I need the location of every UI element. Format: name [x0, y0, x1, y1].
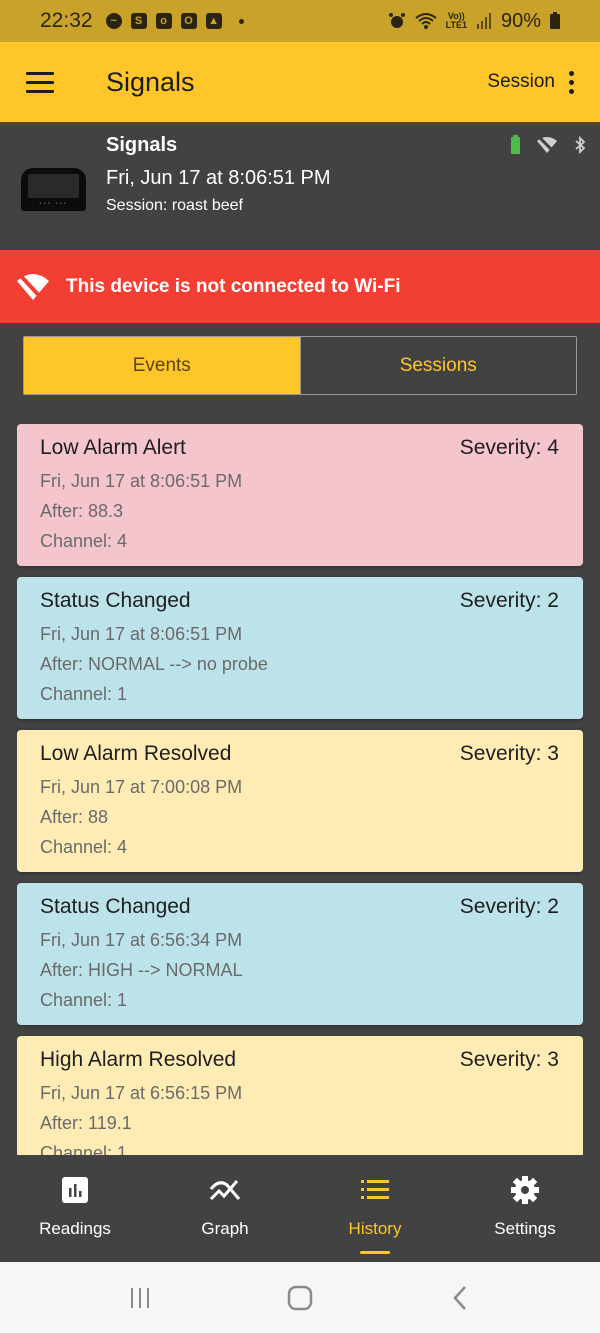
wifi-warning-banner: This device is not connected to Wi-Fi — [0, 250, 600, 323]
events-list[interactable]: Low Alarm Alert Severity: 4 Fri, Jun 17 … — [17, 424, 583, 1155]
battery-percent: 90% — [500, 9, 541, 32]
recents-icon — [131, 1287, 149, 1308]
nav-history[interactable]: History — [300, 1155, 450, 1262]
event-severity: Severity: 3 — [459, 742, 559, 765]
back-button[interactable] — [430, 1278, 490, 1318]
tab-sessions[interactable]: Sessions — [299, 337, 576, 394]
nav-graph[interactable]: Graph — [150, 1155, 300, 1262]
device-panel[interactable]: ▪▪▪ ▪▪▪ Signals Fri, Jun 17 at 8:06:51 P… — [0, 124, 600, 250]
event-severity: Severity: 2 — [459, 589, 559, 612]
event-severity: Severity: 4 — [459, 436, 559, 459]
gallery-icon: ▲ — [205, 13, 222, 29]
device-session: Session: roast beef — [106, 197, 243, 214]
event-time: Fri, Jun 17 at 8:06:51 PM — [40, 624, 243, 644]
menu-icon[interactable] — [26, 71, 54, 93]
dot-icon — [238, 18, 244, 24]
event-channel: Channel: 4 — [40, 531, 128, 551]
history-tabs: Events Sessions — [23, 336, 577, 395]
home-button[interactable] — [270, 1278, 330, 1318]
tab-events[interactable]: Events — [24, 337, 300, 394]
nav-readings-label: Readings — [39, 1219, 111, 1238]
status-bar: 22:32 ~ S o O ▲ Vo)) LTE1 90% — [0, 0, 600, 42]
volte-icon: Vo)) LTE1 — [446, 12, 467, 30]
device-timestamp: Fri, Jun 17 at 8:06:51 PM — [106, 167, 331, 189]
nav-history-label: History — [348, 1219, 402, 1238]
messenger-icon: ~ — [105, 13, 122, 29]
wifi-off-icon — [17, 273, 49, 302]
event-card[interactable]: Status Changed Severity: 2 Fri, Jun 17 a… — [17, 883, 583, 1025]
session-button[interactable]: Session — [487, 71, 555, 93]
s-app-icon: S — [130, 13, 147, 29]
event-card[interactable]: High Alarm Resolved Severity: 3 Fri, Jun… — [17, 1036, 583, 1155]
event-after: After: 119.1 — [40, 1113, 132, 1133]
outlook-icon: O — [180, 13, 197, 29]
device-status-icons — [511, 134, 586, 154]
event-card[interactable]: Status Changed Severity: 2 Fri, Jun 17 a… — [17, 577, 583, 719]
gear-icon — [511, 1176, 539, 1204]
clock: 22:32 — [40, 9, 93, 32]
event-severity: Severity: 2 — [459, 895, 559, 918]
active-indicator — [360, 1251, 390, 1254]
list-icon — [361, 1180, 389, 1199]
nav-graph-label: Graph — [201, 1219, 249, 1238]
event-card[interactable]: Low Alarm Resolved Severity: 3 Fri, Jun … — [17, 730, 583, 872]
alarm-icon — [388, 13, 405, 28]
battery-icon — [550, 11, 560, 29]
event-after: After: 88 — [40, 807, 109, 827]
event-channel: Channel: 1 — [40, 1143, 128, 1155]
recents-button[interactable] — [110, 1278, 170, 1318]
wifi-warning-text: This device is not connected to Wi-Fi — [66, 275, 401, 297]
nav-settings-label: Settings — [494, 1219, 556, 1238]
event-after: After: NORMAL --> no probe — [40, 654, 268, 674]
wifi-icon — [415, 13, 437, 29]
bar-chart-icon — [62, 1177, 88, 1203]
event-time: Fri, Jun 17 at 7:00:08 PM — [40, 777, 243, 797]
nav-settings[interactable]: Settings — [450, 1155, 600, 1262]
signal-icon — [476, 13, 491, 29]
event-time: Fri, Jun 17 at 8:06:51 PM — [40, 471, 243, 491]
back-icon — [453, 1285, 466, 1310]
bluetooth-icon — [575, 136, 586, 154]
app-bar: Signals Session — [0, 42, 600, 124]
event-time: Fri, Jun 17 at 6:56:34 PM — [40, 930, 243, 950]
nav-readings[interactable]: Readings — [0, 1155, 150, 1262]
event-severity: Severity: 3 — [459, 1048, 559, 1071]
more-options-icon[interactable] — [569, 70, 574, 94]
bottom-nav: Readings Graph History Settings — [0, 1155, 600, 1262]
battery-full-icon — [511, 134, 520, 154]
home-icon — [287, 1285, 313, 1310]
event-after: After: 88.3 — [40, 501, 124, 521]
event-card[interactable]: Low Alarm Alert Severity: 4 Fri, Jun 17 … — [17, 424, 583, 566]
clock-app-icon: o — [155, 13, 172, 29]
event-after: After: HIGH --> NORMAL — [40, 960, 243, 980]
event-channel: Channel: 1 — [40, 990, 128, 1010]
event-time: Fri, Jun 17 at 6:56:15 PM — [40, 1083, 243, 1103]
volte-bottom-label: LTE1 — [445, 20, 467, 30]
wifi-off-icon — [537, 136, 557, 154]
event-channel: Channel: 4 — [40, 837, 128, 857]
event-channel: Channel: 1 — [40, 684, 128, 704]
device-image: ▪▪▪ ▪▪▪ — [21, 168, 86, 211]
graph-icon — [209, 1180, 241, 1201]
system-nav-bar — [0, 1262, 600, 1333]
app-title: Signals — [106, 66, 195, 97]
device-name: Signals — [106, 134, 178, 156]
